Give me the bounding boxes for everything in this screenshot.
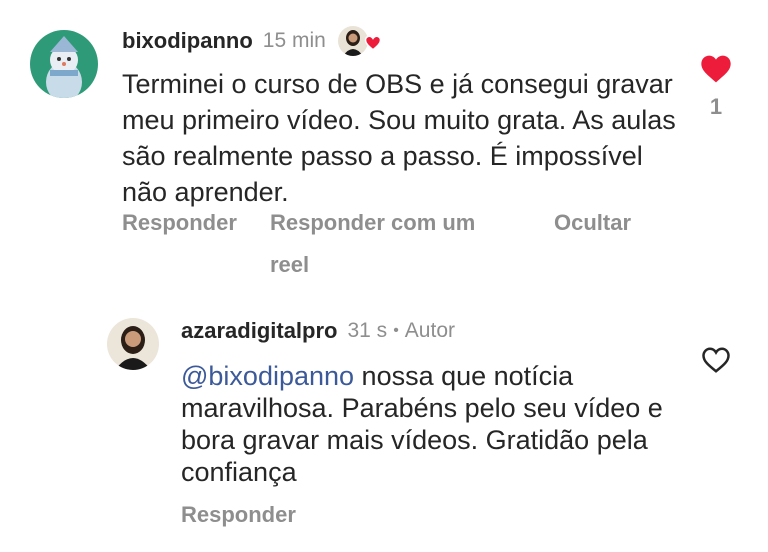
comment-header: bixodipanno 15 min — [122, 26, 382, 56]
comment-text: Terminei o curso de OBS e já consegui gr… — [122, 69, 676, 207]
separator-dot: • — [393, 322, 399, 339]
comment-text: @bixodipanno nossa que notícia maravilho… — [181, 360, 681, 488]
like-heart-outline-icon[interactable] — [701, 346, 731, 374]
like-count[interactable]: 1 — [700, 94, 732, 120]
reply-button[interactable]: Responder — [122, 202, 244, 244]
comment-header: azaradigitalpro 31 s • Autor — [181, 318, 455, 344]
timestamp: 31 s — [347, 319, 388, 342]
avatar[interactable] — [30, 30, 98, 98]
author-badge: Autor — [404, 319, 455, 342]
reply-with-reel-button[interactable]: Responder com um reel — [270, 202, 510, 286]
username[interactable]: azaradigitalpro — [181, 318, 337, 344]
timestamp: 15 min — [262, 29, 326, 52]
avatar[interactable] — [107, 318, 159, 370]
reply-button[interactable]: Responder — [181, 494, 296, 536]
mention-link[interactable]: @bixodipanno — [181, 361, 354, 391]
heart-icon — [364, 35, 382, 51]
hide-button[interactable]: Ocultar — [554, 202, 636, 244]
like-heart-icon[interactable] — [700, 54, 732, 84]
username[interactable]: bixodipanno — [122, 28, 253, 54]
liked-by-author-indicator — [337, 26, 382, 56]
